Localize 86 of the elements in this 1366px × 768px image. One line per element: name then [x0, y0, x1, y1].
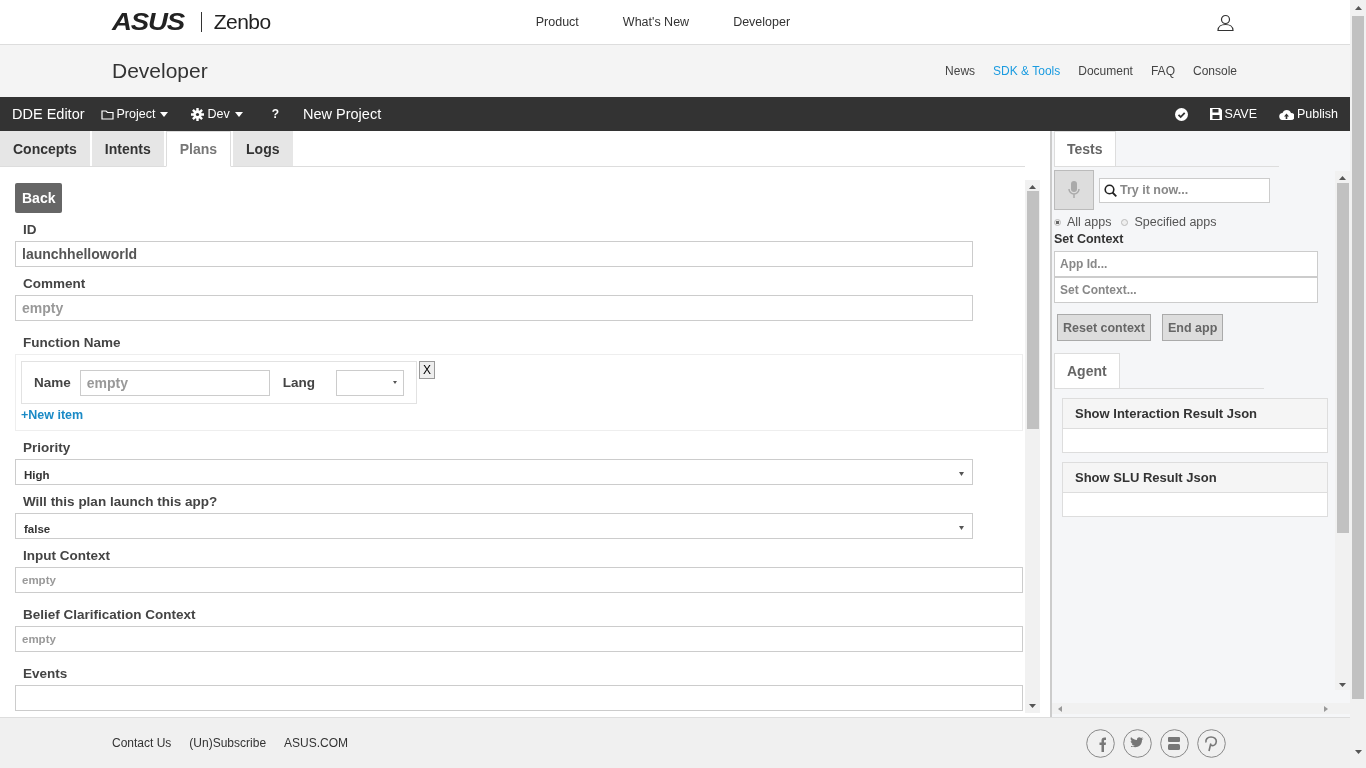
remove-button[interactable]: X	[419, 361, 436, 379]
search-field[interactable]: Try it now...	[1099, 177, 1270, 203]
nav-link[interactable]: Product	[535, 15, 579, 29]
action-button[interactable]: End app	[1162, 314, 1224, 341]
user-icon[interactable]	[1217, 13, 1234, 31]
text-field[interactable]: launchhelloworld	[15, 241, 973, 267]
scroll-down-icon	[1354, 750, 1362, 754]
microphone-button[interactable]	[1054, 170, 1094, 210]
dropdown[interactable]: High	[15, 459, 973, 485]
panel-title[interactable]: Show Interaction Result Json	[1063, 399, 1327, 429]
context-field[interactable]: Set Context...	[1054, 277, 1318, 303]
field-label: Events	[23, 666, 69, 681]
add-item-link[interactable]: +New item	[21, 408, 1017, 422]
caret-icon	[234, 111, 243, 117]
dropdown[interactable]: false	[15, 513, 973, 539]
footer-link[interactable]: ASUS.COM	[284, 736, 349, 750]
editor-tab[interactable]: Concepts	[0, 131, 90, 166]
back-button[interactable]: Back	[15, 183, 63, 213]
brand-logo[interactable]: ASUS	[112, 8, 185, 36]
field-label: Lang	[282, 375, 316, 390]
caret-icon	[393, 381, 398, 384]
panel-tab[interactable]: Tests	[1054, 131, 1116, 166]
settings-menu[interactable]: Dev	[191, 107, 246, 121]
panel-title[interactable]: Show SLU Result Json	[1063, 463, 1327, 493]
field-label: Function Name	[23, 335, 122, 350]
context-field[interactable]: empty	[15, 567, 1023, 593]
panel-tab[interactable]: Agent	[1054, 353, 1120, 388]
search-icon	[1104, 183, 1117, 197]
scroll-down-icon	[1029, 704, 1036, 708]
horizontal-scrollbar[interactable]	[1052, 703, 1350, 714]
publish-button[interactable]: Publish	[1279, 107, 1338, 121]
context-field[interactable]	[15, 685, 1023, 711]
field-label: Name	[34, 375, 71, 390]
save-button[interactable]: SAVE	[1209, 107, 1257, 121]
scrollbar[interactable]	[1025, 180, 1040, 713]
field-label: ID	[23, 222, 38, 237]
footer-link[interactable]: (Un)Subscribe	[189, 736, 267, 750]
facebook-icon[interactable]	[1086, 729, 1115, 758]
app-id-field[interactable]: App Id...	[1054, 251, 1318, 277]
footer-link[interactable]: Contact Us	[112, 736, 172, 750]
help-button[interactable]: ?	[271, 107, 279, 121]
page-title: Developer	[112, 59, 208, 83]
scope-radio[interactable]: All apps	[1054, 215, 1112, 229]
project-menu[interactable]: Project	[100, 107, 172, 121]
pinterest-icon[interactable]	[1197, 729, 1226, 758]
editor-title: DDE Editor	[12, 106, 85, 122]
check-button[interactable]	[1174, 107, 1188, 121]
caret-icon	[959, 472, 964, 476]
field-label: Will this plan launch this app?	[23, 494, 219, 509]
cloud-upload-icon	[1279, 108, 1294, 120]
subnav-link[interactable]: Console	[1192, 64, 1237, 78]
scope-radio[interactable]: Specified apps	[1121, 215, 1217, 229]
language-dropdown[interactable]	[336, 369, 405, 396]
scroll-up-icon	[1354, 6, 1362, 10]
nav-link[interactable]: What's New	[622, 15, 690, 29]
project-name: New Project	[303, 106, 382, 122]
scroll-left-icon	[1058, 705, 1062, 712]
editor-tab[interactable]: Plans	[165, 131, 232, 167]
editor-tab[interactable]: Logs	[233, 131, 293, 166]
section-label: Set Context	[1054, 232, 1125, 246]
action-button[interactable]: Reset context	[1057, 314, 1151, 341]
subnav-link[interactable]: FAQ	[1150, 64, 1175, 78]
scroll-down-icon	[1339, 683, 1346, 687]
scrollbar[interactable]	[1335, 171, 1350, 690]
field-label: Belief Clarification Context	[23, 607, 197, 622]
product-name: Zenbo	[213, 10, 271, 34]
editor-tab[interactable]: Intents	[91, 131, 164, 166]
field-label: Comment	[23, 276, 87, 291]
caret-icon	[160, 111, 169, 117]
field-label: Priority	[23, 440, 72, 455]
scroll-up-icon	[1339, 176, 1346, 180]
nav-link[interactable]: Developer	[733, 15, 791, 29]
text-field[interactable]: empty	[15, 295, 973, 321]
scroll-up-icon	[1029, 185, 1036, 189]
microphone-icon	[1068, 181, 1080, 199]
gear-icon	[191, 107, 205, 121]
scroll-right-icon	[1324, 705, 1328, 712]
field-label: Input Context	[23, 548, 111, 563]
name-field[interactable]: empty	[79, 369, 270, 396]
subnav-link[interactable]: Document	[1078, 64, 1133, 78]
twitter-icon[interactable]	[1123, 729, 1152, 758]
subnav-link[interactable]: News	[945, 64, 976, 78]
caret-icon	[959, 526, 964, 530]
floppy-icon	[1209, 108, 1222, 120]
folder-icon	[100, 107, 114, 121]
context-field[interactable]: empty	[15, 626, 1023, 652]
